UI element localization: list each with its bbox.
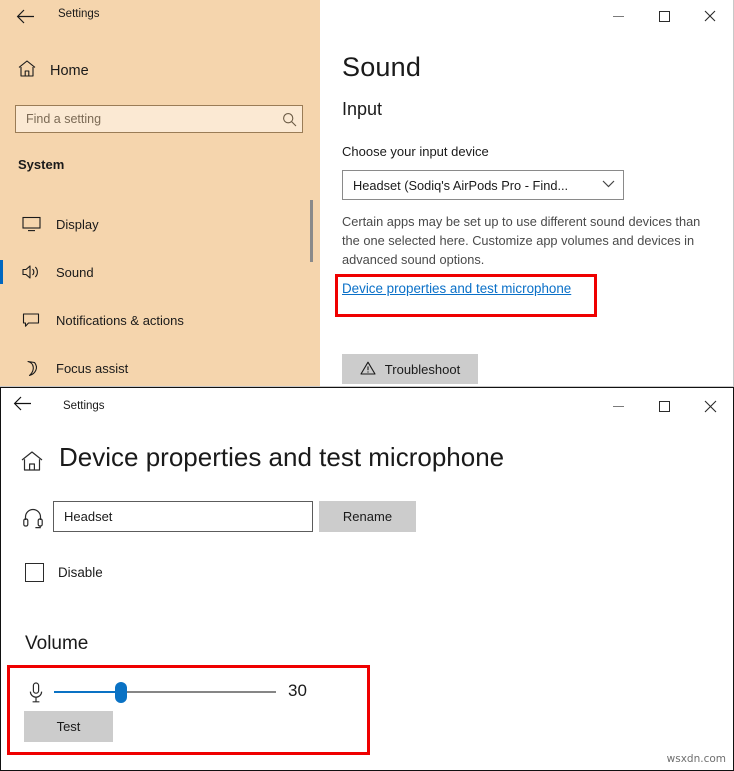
window-controls xyxy=(595,0,733,32)
sound-settings-window: Settings Home System xyxy=(0,0,734,387)
volume-slider[interactable] xyxy=(54,682,276,703)
back-arrow-icon[interactable] xyxy=(13,396,32,416)
sidebar-item-label: Focus assist xyxy=(56,360,129,376)
rename-button[interactable]: Rename xyxy=(319,501,416,532)
warning-triangle-icon xyxy=(360,361,376,378)
maximize-button[interactable] xyxy=(641,0,687,32)
window-title: Settings xyxy=(58,8,100,20)
headset-icon xyxy=(23,508,43,535)
sidebar-item-notifications[interactable]: Notifications & actions xyxy=(0,300,305,340)
disable-label: Disable xyxy=(58,565,103,580)
watermark: wsxdn.com xyxy=(666,753,726,765)
window-title: Settings xyxy=(63,400,105,412)
section-heading-input: Input xyxy=(342,99,383,119)
window-controls xyxy=(595,390,733,422)
search-box[interactable] xyxy=(15,105,303,133)
sidebar-item-home[interactable]: Home xyxy=(18,60,89,82)
input-device-value: Headset (Sodiq's AirPods Pro - Find... xyxy=(353,177,569,193)
sidebar-item-display[interactable]: Display xyxy=(0,204,305,244)
sound-main-pane: Sound Input Choose your input device Hea… xyxy=(320,32,733,386)
sidebar-item-label: Sound xyxy=(56,264,94,280)
monitor-icon xyxy=(18,216,44,232)
test-label: Test xyxy=(56,719,81,734)
sidebar-item-focus-assist[interactable]: Focus assist xyxy=(0,348,305,386)
volume-value: 30 xyxy=(288,681,307,700)
close-button[interactable] xyxy=(687,390,733,422)
search-icon xyxy=(276,112,302,127)
sound-description-text: Certain apps may be set up to use differ… xyxy=(342,214,701,268)
volume-slider-thumb[interactable] xyxy=(114,682,127,703)
input-device-select[interactable]: Headset (Sodiq's AirPods Pro - Find... xyxy=(342,170,624,200)
page-title: Device properties and test microphone xyxy=(59,442,505,472)
rename-label: Rename xyxy=(342,509,393,524)
settings-sidebar: Settings Home System xyxy=(0,0,320,386)
chevron-down-icon xyxy=(596,180,615,191)
sidebar-scrollbar-track[interactable] xyxy=(310,160,313,380)
minimize-button[interactable] xyxy=(595,390,641,422)
choose-input-device-label: Choose your input device xyxy=(342,144,489,159)
volume-heading: Volume xyxy=(25,633,89,654)
home-icon[interactable] xyxy=(21,451,43,476)
minimize-button[interactable] xyxy=(595,0,641,32)
home-icon xyxy=(18,60,36,82)
close-button[interactable] xyxy=(687,0,733,32)
sidebar-item-label: Notifications & actions xyxy=(56,312,184,328)
troubleshoot-label: Troubleshoot xyxy=(384,361,461,377)
search-input[interactable] xyxy=(16,112,276,126)
sidebar-item-sound[interactable]: Sound xyxy=(0,252,305,292)
disable-checkbox-row[interactable]: Disable xyxy=(25,563,103,582)
test-button[interactable]: Test xyxy=(24,711,113,742)
screenshot-root: Settings Home System xyxy=(0,0,734,771)
page-title: Sound xyxy=(342,52,422,82)
sidebar-scrollbar-thumb[interactable] xyxy=(310,200,313,262)
maximize-button[interactable] xyxy=(641,390,687,422)
sidebar-item-label: Display xyxy=(56,216,99,232)
disable-checkbox[interactable] xyxy=(25,563,44,582)
notification-icon xyxy=(18,312,44,328)
device-properties-link[interactable]: Device properties and test microphone xyxy=(342,281,571,296)
moon-icon xyxy=(18,360,44,377)
sidebar-home-label: Home xyxy=(50,63,89,79)
device-name-input[interactable] xyxy=(53,501,313,532)
troubleshoot-button[interactable]: Troubleshoot xyxy=(342,354,478,384)
back-arrow-icon[interactable] xyxy=(10,4,40,28)
speaker-icon xyxy=(18,264,44,280)
volume-slider-fill xyxy=(54,691,121,693)
microphone-icon xyxy=(28,682,44,708)
sidebar-section-title: System xyxy=(18,157,65,172)
